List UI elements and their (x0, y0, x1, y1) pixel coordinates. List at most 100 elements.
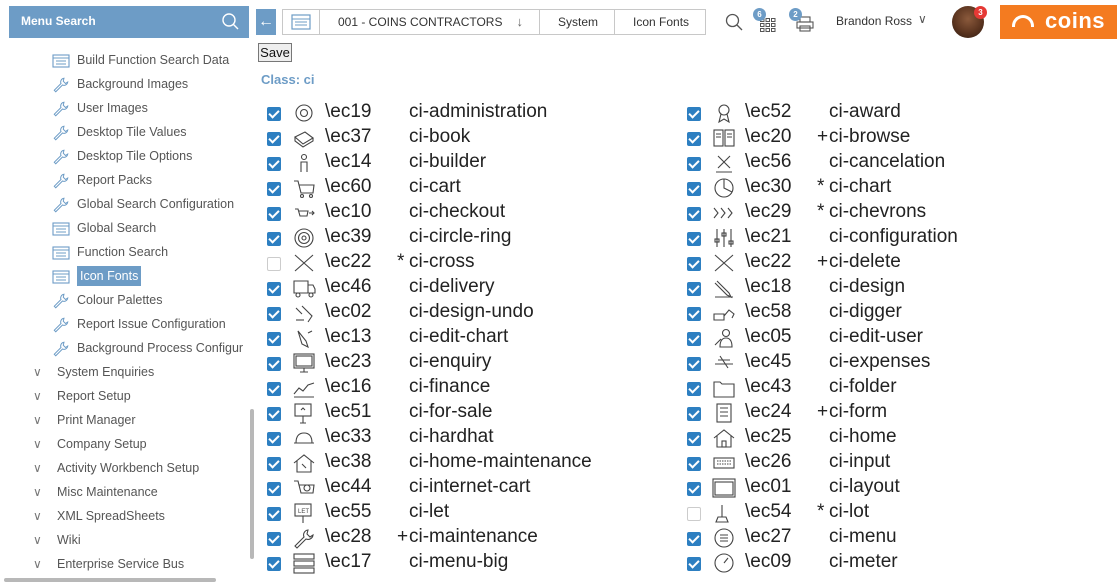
icon-checkbox[interactable] (687, 232, 701, 246)
sidebar-group[interactable]: ∨ System Enquiries (33, 360, 154, 384)
icon-checkbox[interactable] (687, 382, 701, 396)
menu-search-box[interactable]: Menu Search (9, 6, 249, 38)
icon-checkbox[interactable] (687, 207, 701, 221)
sidebar-group[interactable]: ∨ Enterprise Service Bus (33, 552, 184, 576)
icon-checkbox[interactable] (687, 132, 701, 146)
icon-checkbox[interactable] (687, 357, 701, 371)
sidebar-item[interactable]: Icon Fonts (52, 264, 142, 288)
icon-checkbox[interactable] (267, 307, 281, 321)
chevron-down-icon[interactable]: ∨ (33, 504, 47, 528)
sidebar-group[interactable]: ∨ Report Setup (33, 384, 131, 408)
chevron-down-icon[interactable]: ∨ (33, 528, 47, 552)
folder-icon (713, 381, 735, 398)
icon-checkbox[interactable] (687, 282, 701, 296)
icon-checkbox[interactable] (687, 432, 701, 446)
icon-checkbox[interactable] (267, 132, 281, 146)
breadcrumb-icon-fonts[interactable]: Icon Fonts (615, 9, 707, 35)
icon-checkbox[interactable] (687, 407, 701, 421)
sidebar-item[interactable]: Global Search (52, 216, 156, 240)
sidebar-item[interactable]: Report Packs (52, 168, 152, 192)
icon-checkbox[interactable] (267, 507, 281, 521)
icon-checkbox[interactable] (267, 532, 281, 546)
back-button[interactable]: ← (256, 9, 276, 35)
chevron-down-icon[interactable]: ∨ (918, 12, 927, 26)
sidebar-group[interactable]: ∨ Wiki (33, 528, 81, 552)
icon-checkbox[interactable] (267, 357, 281, 371)
icon-checkbox[interactable] (687, 257, 701, 271)
chevron-down-icon[interactable]: ∨ (33, 432, 47, 456)
icon-code: \ec14 (325, 151, 372, 172)
sidebar-item[interactable]: Background Images (52, 72, 188, 96)
icon-code: \ec01 (745, 476, 792, 497)
user-name[interactable]: Brandon Ross (836, 14, 912, 28)
icon-checkbox[interactable] (267, 432, 281, 446)
sidebar-item[interactable]: Desktop Tile Options (52, 144, 192, 168)
icon-row: \ec30 * ci-chart (678, 176, 1088, 201)
sidebar-item[interactable]: Global Search Configuration (52, 192, 234, 216)
chevron-down-icon[interactable]: ∨ (33, 408, 47, 432)
table-icon (52, 222, 70, 236)
icon-checkbox[interactable] (687, 457, 701, 471)
icon-checkbox[interactable] (687, 332, 701, 346)
sidebar-group[interactable]: ∨ Activity Workbench Setup (33, 456, 199, 480)
icon-checkbox[interactable] (267, 257, 281, 271)
sidebar-item-label: Report Issue Configuration (77, 317, 226, 331)
chevron-down-icon[interactable]: ∨ (33, 456, 47, 480)
icon-checkbox[interactable] (267, 207, 281, 221)
apps-button[interactable]: 6 (753, 8, 782, 34)
icon-name: ci-menu-big (409, 551, 509, 572)
sidebar-item[interactable]: Colour Palettes (52, 288, 162, 312)
sidebar-group[interactable]: ∨ Misc Maintenance (33, 480, 158, 504)
sidebar-item-label: Background Images (77, 77, 189, 91)
sidebar-group[interactable]: ∨ XML SpreadSheets (33, 504, 165, 528)
breadcrumb-system[interactable]: System (539, 9, 615, 35)
sidebar-item[interactable]: User Images (52, 96, 148, 120)
icon-checkbox[interactable] (267, 482, 281, 496)
icon-checkbox[interactable] (267, 332, 281, 346)
print-button[interactable]: 2 (789, 8, 818, 34)
sidebar-group[interactable]: ∨ Print Manager (33, 408, 136, 432)
icon-checkbox[interactable] (267, 157, 281, 171)
icon-checkbox[interactable] (687, 507, 701, 521)
icon-checkbox[interactable] (687, 557, 701, 571)
table-icon (291, 14, 311, 30)
sidebar-scrollbar-vertical[interactable] (250, 409, 254, 559)
search-icon[interactable] (221, 12, 239, 30)
icon-checkbox[interactable] (687, 182, 701, 196)
arrow-down-icon[interactable]: ↓ (516, 14, 523, 29)
icon-checkbox[interactable] (687, 157, 701, 171)
icon-checkbox[interactable] (267, 557, 281, 571)
sidebar-scrollbar-horizontal[interactable] (4, 578, 216, 582)
sidebar-item[interactable]: Background Process Configur (52, 336, 243, 360)
dome-icon (1012, 15, 1034, 27)
breadcrumb-home[interactable] (282, 9, 320, 35)
icon-checkbox[interactable] (267, 282, 281, 296)
chevron-down-icon[interactable]: ∨ (33, 480, 47, 504)
icon-checkbox[interactable] (267, 407, 281, 421)
chevron-down-icon[interactable]: ∨ (33, 360, 47, 384)
icon-checkbox[interactable] (267, 382, 281, 396)
sidebar-item-label: Build Function Search Data (77, 53, 230, 67)
chevron-down-icon[interactable]: ∨ (33, 552, 47, 576)
sidebar-item[interactable]: Function Search (52, 240, 168, 264)
breadcrumb-company[interactable]: 001 - COINS CONTRACTORS ↓ (320, 9, 540, 35)
icon-name: ci-finance (409, 376, 491, 397)
avatar[interactable]: 3 (952, 6, 987, 38)
sidebar-item[interactable]: Report Issue Configuration (52, 312, 226, 336)
save-button[interactable]: Save (258, 43, 292, 62)
sidebar-group[interactable]: ∨ Company Setup (33, 432, 147, 456)
icon-checkbox[interactable] (267, 232, 281, 246)
search-icon[interactable] (725, 13, 743, 31)
icon-checkbox[interactable] (267, 182, 281, 196)
icon-checkbox[interactable] (687, 307, 701, 321)
table-icon (52, 246, 70, 260)
icon-checkbox[interactable] (267, 457, 281, 471)
icon-checkbox[interactable] (267, 107, 281, 121)
sidebar-item[interactable]: Desktop Tile Values (52, 120, 187, 144)
sidebar-item[interactable]: Build Function Search Data (52, 48, 229, 72)
icon-checkbox[interactable] (687, 482, 701, 496)
icon-checkbox[interactable] (687, 532, 701, 546)
icon-checkbox[interactable] (687, 107, 701, 121)
apps-badge: 6 (753, 8, 766, 21)
chevron-down-icon[interactable]: ∨ (33, 384, 47, 408)
